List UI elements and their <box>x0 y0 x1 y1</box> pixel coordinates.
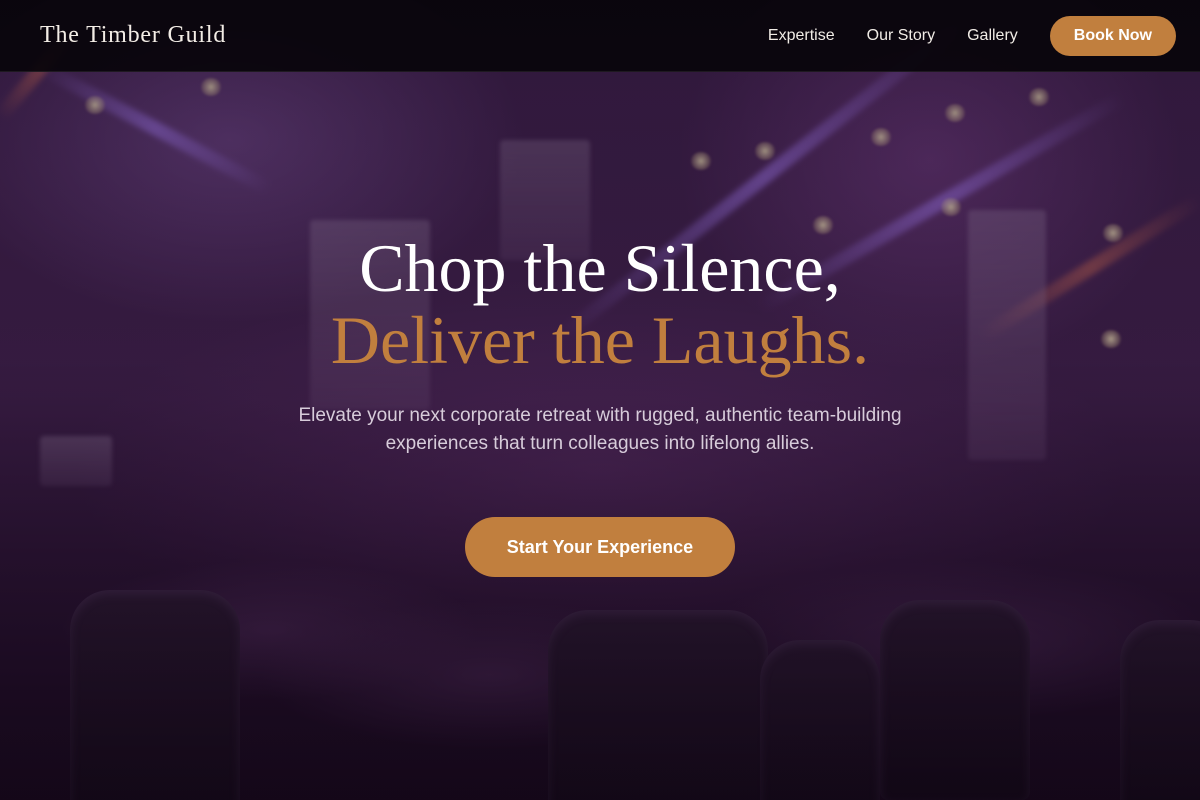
start-experience-button[interactable]: Start Your Experience <box>465 517 735 577</box>
book-now-button[interactable]: Book Now <box>1049 15 1176 56</box>
hero-headline-line2: Deliver the Laughs. <box>330 302 870 378</box>
nav-links: Expertise Our Story Gallery Book Now <box>736 15 1176 56</box>
hero-headline: Chop the Silence, Deliver the Laughs. <box>331 232 869 376</box>
navbar: The Timber Guild Expertise Our Story Gal… <box>0 0 1200 72</box>
hero-section: Chop the Silence, Deliver the Laughs. El… <box>0 232 1200 577</box>
nav-link-gallery[interactable]: Gallery <box>967 27 1018 45</box>
nav-link-expertise[interactable]: Expertise <box>768 27 835 45</box>
hero-headline-line1: Chop the Silence, <box>359 230 841 306</box>
nav-link-our-story[interactable]: Our Story <box>867 27 935 45</box>
brand-logo[interactable]: The Timber Guild <box>40 22 226 49</box>
hero-subtitle: Elevate your next corporate retreat with… <box>298 405 902 454</box>
